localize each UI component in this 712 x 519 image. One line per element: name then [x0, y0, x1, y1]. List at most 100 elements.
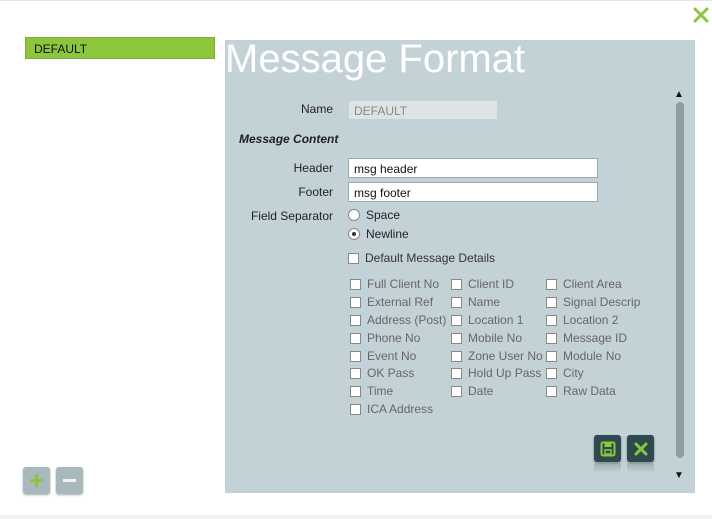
- top-divider: [0, 0, 712, 1]
- scrollbar-thumb[interactable]: [676, 102, 684, 458]
- separator-newline-label: Newline: [366, 227, 409, 241]
- remove-profile-button[interactable]: [56, 467, 83, 494]
- checkbox-box: [451, 278, 462, 290]
- checkbox-box: [546, 367, 557, 379]
- field-checkbox[interactable]: OK Pass: [350, 366, 414, 380]
- page-title: Message Format: [225, 40, 526, 81]
- field-separator-label: Field Separator: [250, 209, 333, 223]
- name-label: Name: [300, 102, 333, 116]
- checkbox-box: [451, 367, 462, 379]
- field-checkbox[interactable]: Zone User No: [451, 349, 543, 363]
- field-checkbox-label: Raw Data: [563, 384, 616, 398]
- field-checkbox[interactable]: Full Client No: [350, 277, 439, 291]
- save-button[interactable]: [594, 435, 621, 462]
- field-checkbox-label: Phone No: [367, 331, 421, 345]
- radio-newline-dot: [348, 228, 360, 240]
- field-checkbox-label: Zone User No: [468, 349, 543, 363]
- field-checkbox[interactable]: Date: [451, 384, 493, 398]
- field-checkbox-label: Client ID: [468, 277, 515, 291]
- field-checkbox-label: Location 1: [468, 313, 524, 327]
- field-checkbox[interactable]: Phone No: [350, 331, 420, 345]
- field-checkbox[interactable]: Message ID: [546, 331, 627, 345]
- field-checkbox[interactable]: Location 2: [546, 313, 618, 327]
- profile-item-default[interactable]: DEFAULT: [25, 37, 215, 59]
- field-checkbox[interactable]: Event No: [350, 349, 416, 363]
- field-checkbox[interactable]: Raw Data: [546, 384, 616, 398]
- checkbox-box: [546, 314, 557, 326]
- save-icon: [600, 441, 615, 456]
- scroll-down-arrow[interactable]: ▼: [674, 470, 684, 481]
- field-checkbox-label: Client Area: [563, 277, 622, 291]
- footer-input[interactable]: msg footer: [348, 182, 598, 202]
- field-checkbox[interactable]: ICA Address: [350, 402, 433, 416]
- field-checkbox-label: Message ID: [563, 331, 628, 345]
- checkbox-box: [350, 332, 361, 344]
- checkbox-box: [546, 278, 557, 290]
- field-checkbox[interactable]: Hold Up Pass: [451, 366, 541, 380]
- checkbox-box: [350, 278, 361, 290]
- cancel-button[interactable]: [627, 435, 654, 462]
- separator-newline-radio[interactable]: Newline: [348, 227, 409, 241]
- field-checkbox-label: OK Pass: [367, 366, 415, 380]
- message-content-heading: Message Content: [239, 132, 339, 146]
- field-checkbox-label: Module No: [563, 349, 622, 363]
- checkbox-box: [451, 385, 462, 397]
- checkbox-box: [546, 332, 557, 344]
- scroll-up-arrow[interactable]: ▲: [674, 89, 684, 100]
- separator-space-radio[interactable]: Space: [348, 208, 400, 222]
- field-checkbox-label: Hold Up Pass: [468, 366, 542, 380]
- cancel-button-reflection: [627, 463, 654, 473]
- bottom-bar: [0, 515, 712, 519]
- add-profile-button[interactable]: [23, 467, 50, 494]
- plus-icon: [30, 474, 43, 487]
- checkbox-box: [350, 296, 361, 308]
- field-checkbox[interactable]: Address (Post): [350, 313, 446, 327]
- field-checkbox[interactable]: Module No: [546, 349, 621, 363]
- checkbox-box: [350, 314, 361, 326]
- field-checkbox-label: Location 2: [563, 313, 619, 327]
- close-icon[interactable]: [692, 6, 710, 24]
- field-checkbox-label: City: [563, 366, 584, 380]
- checkbox-box: [546, 296, 557, 308]
- message-format-panel: Message Format Name DEFAULT Message Cont…: [225, 40, 695, 493]
- checkbox-box: [451, 296, 462, 308]
- field-checkbox[interactable]: Mobile No: [451, 331, 522, 345]
- default-message-details-checkbox[interactable]: Default Message Details: [348, 251, 495, 265]
- field-checkbox-label: Name: [468, 295, 501, 309]
- checkbox-box: [451, 332, 462, 344]
- field-checkbox[interactable]: Name: [451, 295, 500, 309]
- checkbox-box: [546, 385, 557, 397]
- footer-label: Footer: [298, 185, 333, 199]
- default-message-details-label: Default Message Details: [365, 251, 496, 265]
- name-field: DEFAULT: [348, 100, 498, 120]
- separator-space-label: Space: [366, 208, 401, 222]
- field-checkbox-label: ICA Address: [367, 402, 434, 416]
- field-checkbox-label: External Ref: [367, 295, 434, 309]
- checkbox-box: [546, 350, 557, 362]
- field-checkbox[interactable]: Time: [350, 384, 393, 398]
- field-checkbox-label: Time: [367, 384, 394, 398]
- field-checkbox[interactable]: Location 1: [451, 313, 523, 327]
- checkbox-box: [451, 350, 462, 362]
- checkbox-box: [350, 385, 361, 397]
- header-input[interactable]: msg header: [348, 158, 598, 178]
- field-checkbox[interactable]: City: [546, 366, 584, 380]
- field-checkbox[interactable]: Signal Descrip: [546, 295, 640, 309]
- field-checkbox-label: Address (Post): [367, 313, 447, 327]
- field-checkbox-label: Full Client No: [367, 277, 440, 291]
- save-button-reflection: [594, 463, 621, 473]
- header-label: Header: [293, 161, 333, 175]
- checkbox-box: [348, 252, 359, 264]
- x-icon: [634, 442, 647, 455]
- checkbox-box: [350, 350, 361, 362]
- field-checkbox-label: Date: [468, 384, 494, 398]
- profile-list: DEFAULT: [25, 37, 215, 59]
- field-checkbox[interactable]: External Ref: [350, 295, 433, 309]
- field-checkbox[interactable]: Client Area: [546, 277, 622, 291]
- minus-icon: [63, 479, 76, 482]
- field-checkbox-label: Signal Descrip: [563, 295, 641, 309]
- field-checkbox[interactable]: Client ID: [451, 277, 514, 291]
- checkbox-box: [350, 367, 361, 379]
- radio-space-dot: [348, 209, 360, 221]
- field-checkbox-label: Event No: [367, 349, 417, 363]
